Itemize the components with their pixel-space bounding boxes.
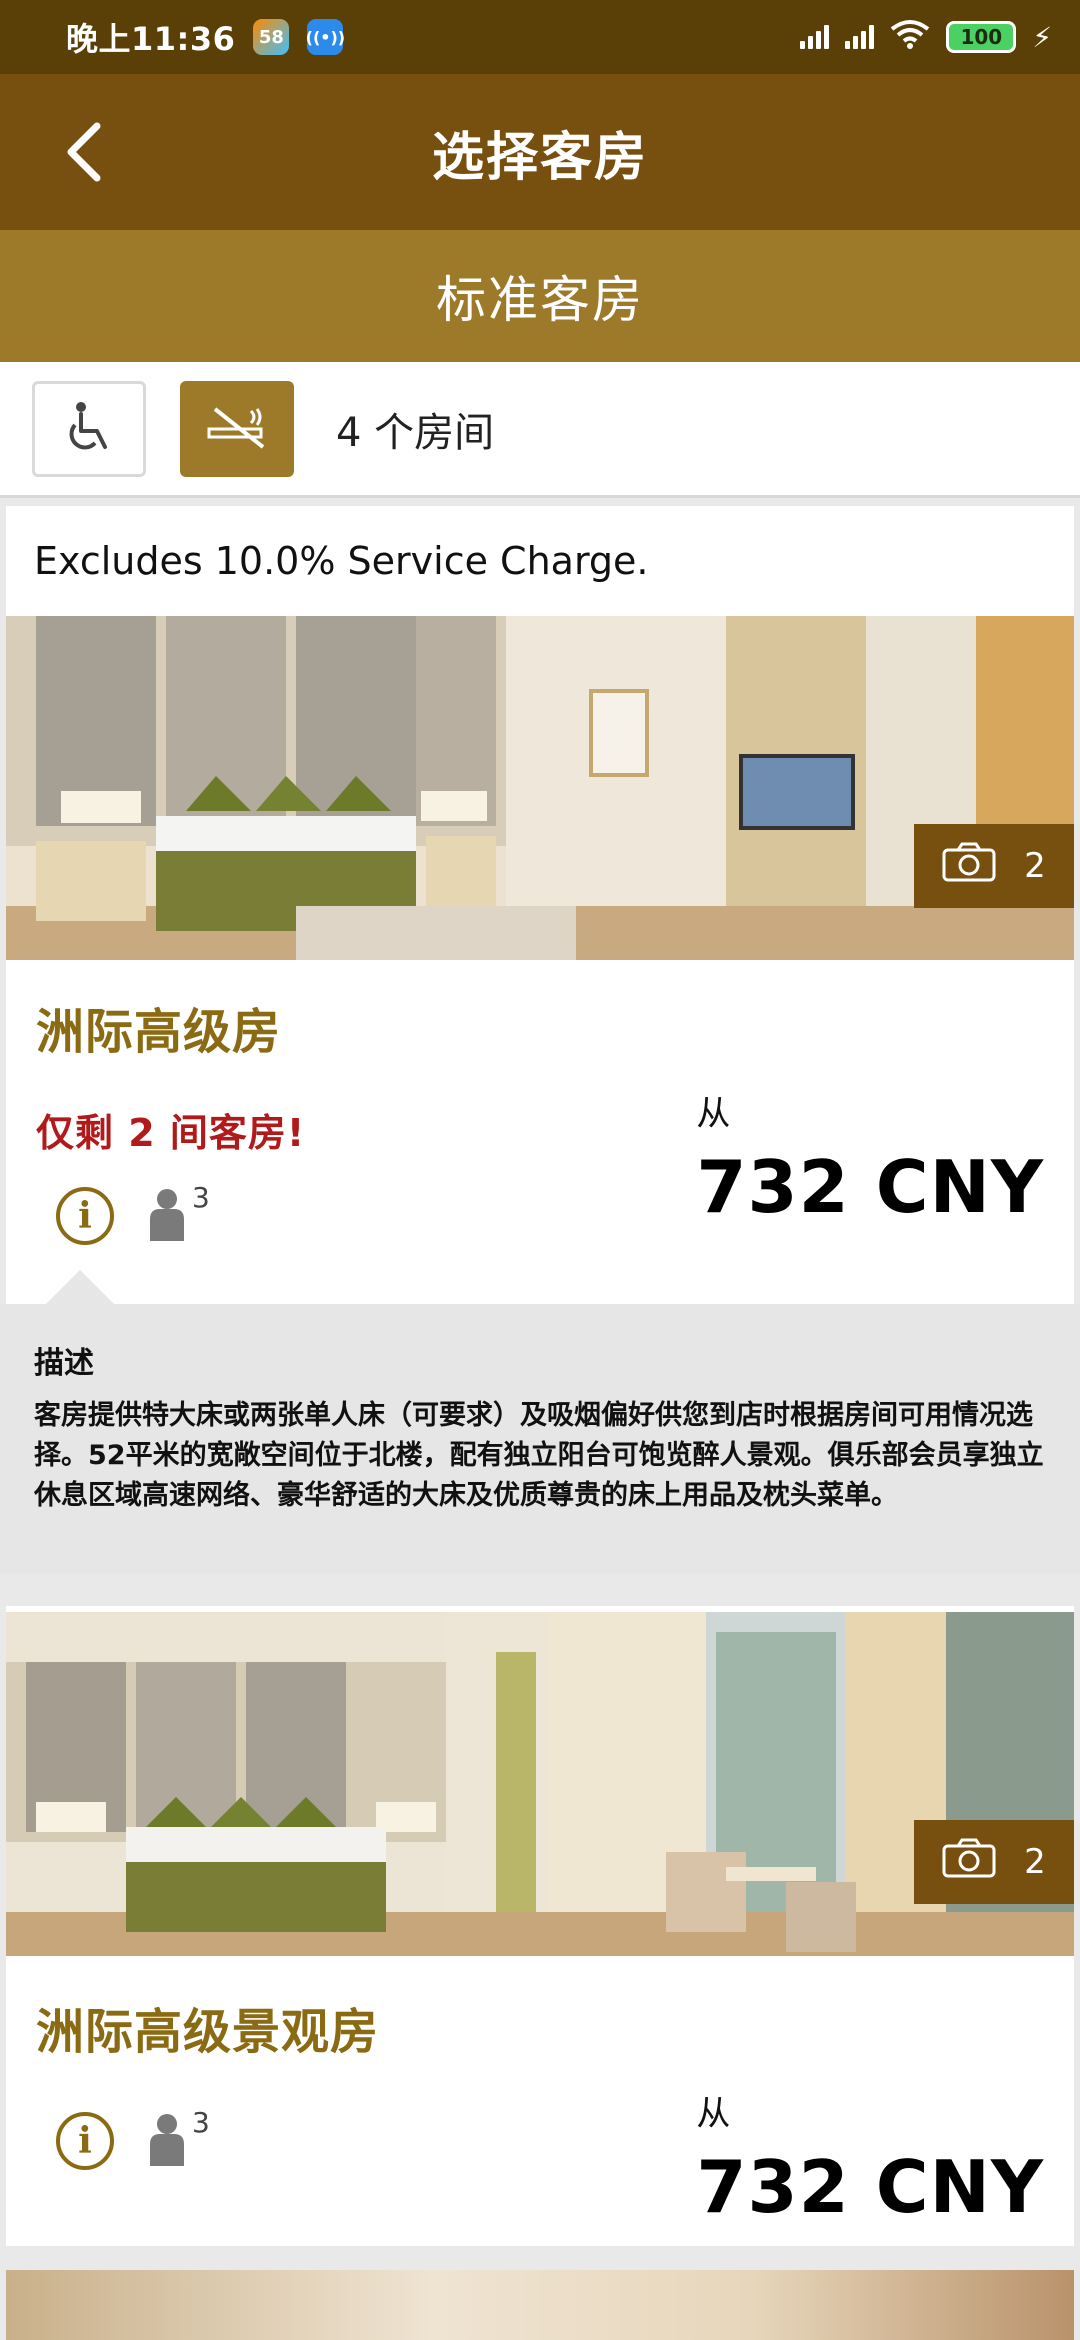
status-time: 晚上11:36 (66, 20, 236, 58)
room-name: 洲际高级景观房 (36, 2004, 380, 2060)
room-photo[interactable]: 2 (6, 1612, 1074, 1956)
app-header: 选择客房 (0, 74, 1080, 230)
info-icon[interactable]: i (56, 2112, 114, 2170)
guest-count: 3 (192, 1181, 210, 1214)
charging-icon: ⚡ (1032, 20, 1052, 54)
camera-icon (942, 1838, 996, 1887)
room-photo[interactable]: 2 (6, 616, 1074, 960)
max-guests: 3 (148, 1181, 210, 1245)
signal-icon (800, 25, 830, 49)
room-card[interactable] (6, 2270, 1074, 2340)
wifi-icon (890, 19, 930, 55)
non-smoking-filter-button[interactable] (180, 380, 294, 477)
photo-count-badge[interactable]: 2 (914, 1820, 1074, 1904)
photo-count-badge[interactable]: 2 (914, 824, 1074, 908)
room-count: 4 个房间 (336, 409, 495, 456)
description-title: 描述 (34, 1346, 94, 1381)
no-smoking-icon (205, 403, 269, 455)
person-icon (148, 1187, 186, 1245)
room-category-header: 标准客房 (0, 230, 1080, 362)
info-icon[interactable]: i (56, 1187, 114, 1245)
app-58-icon: 58 (253, 19, 290, 55)
page-title: 选择客房 (431, 127, 648, 188)
hotspot-icon: ((•)) (306, 19, 345, 55)
status-bar: 晚上11:36 58 ((•)) 100 ⚡ (0, 0, 1080, 74)
guest-count: 3 (192, 2106, 210, 2139)
description-pointer (44, 1270, 116, 1306)
room-name: 洲际高级房 (36, 1004, 282, 1060)
price-block: 从 732 CNY (696, 1086, 1044, 1229)
person-icon (148, 2112, 186, 2170)
max-guests: 3 (148, 2106, 210, 2170)
price-block: 从 732 CNY (696, 2086, 1044, 2229)
price-prefix: 从 (696, 1094, 731, 1134)
filter-bar: 4 个房间 (0, 362, 1080, 498)
wheelchair-icon (61, 399, 117, 459)
description-text: 客房提供特大床或两张单人床（可要求）及吸烟偏好供您到店时根据房间可用情况选择。5… (34, 1400, 1044, 1511)
room-description: 描述 客房提供特大床或两张单人床（可要求）及吸烟偏好供您到店时根据房间可用情况选… (0, 1304, 1080, 1574)
room-card[interactable]: Excludes 10.0% Service Charge. 2 洲际高级房 仅… (6, 506, 1074, 1304)
room-card[interactable]: 2 洲际高级景观房 i 3 从 732 CNY (6, 1606, 1074, 2246)
room-photo[interactable] (6, 2270, 1074, 2340)
signal-icon (845, 25, 875, 49)
room-price: 732 CNY (696, 1145, 1044, 1229)
room-category-title: 标准客房 (436, 271, 644, 329)
back-arrow-icon[interactable] (48, 114, 118, 190)
camera-icon (942, 842, 996, 891)
service-charge-note: Excludes 10.0% Service Charge. (34, 539, 649, 583)
photo-count: 2 (1024, 846, 1046, 886)
accessible-filter-button[interactable] (32, 380, 146, 477)
room-price: 732 CNY (696, 2145, 1044, 2229)
photo-count: 2 (1024, 1842, 1046, 1882)
battery-icon: 100 (946, 21, 1017, 53)
price-prefix: 从 (696, 2094, 731, 2134)
